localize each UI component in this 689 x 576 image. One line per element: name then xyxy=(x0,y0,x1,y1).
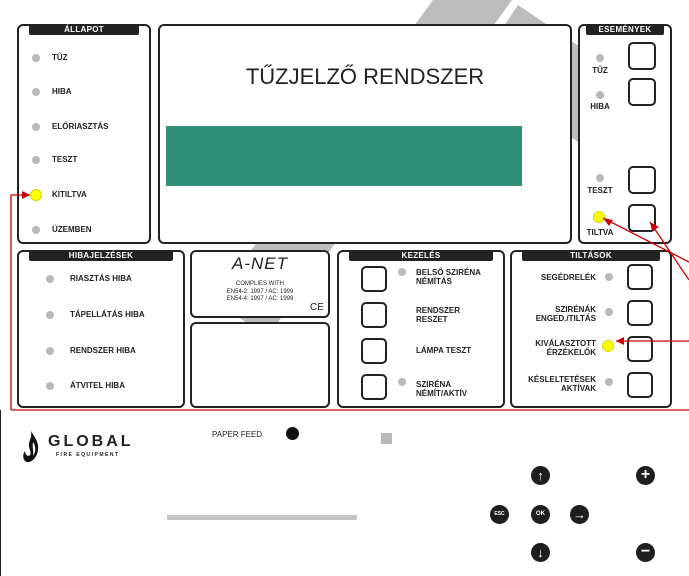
hibajelzesek-header: HIBAJELZÉSEK xyxy=(29,250,173,261)
rendszer-reszet-button[interactable] xyxy=(361,302,387,328)
allapot-header: ÁLLAPOT xyxy=(29,24,139,35)
allapot-label-teszt: TESZT xyxy=(52,155,78,164)
tiltasok-header: TILTÁSOK xyxy=(522,250,660,261)
brand-name: GLOBAL xyxy=(48,433,134,450)
tiltasok-label-3: KIVÁLASZTOTT ÉRZÉKELŐK xyxy=(535,339,596,357)
nav-up-button[interactable]: ↑ xyxy=(531,466,550,485)
paper-slot xyxy=(167,515,357,520)
brand-tagline: FIRE EQUIPMENT xyxy=(56,452,120,458)
led-event-teszt xyxy=(596,174,604,182)
led-hiba xyxy=(32,88,40,96)
led-rendszer-hiba xyxy=(46,347,54,355)
kesleltetesek-button[interactable] xyxy=(627,372,653,398)
kezeles-header: KEZELÉS xyxy=(349,250,493,261)
minus-button[interactable]: − xyxy=(636,543,655,562)
allapot-label-eloriasztas: ELŐRIASZTÁS xyxy=(52,122,109,131)
led-belso-szirena xyxy=(398,268,406,276)
display-title: TŰZJELZŐ RENDSZER xyxy=(245,64,485,89)
led-szirena xyxy=(398,378,406,386)
led-atvitel-hiba xyxy=(46,382,54,390)
esc-button[interactable]: ESC xyxy=(490,505,509,524)
lampa-teszt-button[interactable] xyxy=(361,338,387,364)
kezeles-label-2: RENDSZER RESZET xyxy=(416,306,461,324)
allapot-label-hiba: HIBA xyxy=(52,87,72,96)
led-tapellatas-hiba xyxy=(46,311,54,319)
event-teszt-button[interactable] xyxy=(628,166,656,194)
kivalasztott-erzekelok-button[interactable] xyxy=(627,336,653,362)
anet-std2: EN54-4: 1997 / AC: 1999 xyxy=(226,296,294,302)
szirenak-button[interactable] xyxy=(627,300,653,326)
led-uzemben xyxy=(32,226,40,234)
tiltasok-label-4: KÉSLELTETÉSEK AKTÍVAK xyxy=(528,375,596,393)
allapot-label-kitiltva: KITILTVA xyxy=(52,190,87,199)
allapot-label-tuz: TŰZ xyxy=(52,53,68,62)
esemenyek-label-tuz: TŰZ xyxy=(592,66,608,75)
led-tuz xyxy=(32,54,40,62)
global-flame-icon xyxy=(23,431,39,463)
led-segedrelek xyxy=(605,273,613,281)
esemenyek-label-tiltva: TILTVA xyxy=(586,228,614,237)
led-teszt xyxy=(32,156,40,164)
printer-indicator xyxy=(381,433,392,444)
hibajelzes-tapellatas: TÁPELLÁTÁS HIBA xyxy=(70,310,145,319)
led-event-hiba xyxy=(596,91,604,99)
anet-title: A-NET xyxy=(232,254,288,273)
ok-button[interactable]: OK xyxy=(531,505,550,524)
anet-std1: EN54-2: 1997 / AC: 1999 xyxy=(226,289,294,295)
led-kivalasztott-erzekelok xyxy=(603,341,613,351)
blank-panel xyxy=(190,322,330,408)
led-riasztas-hiba xyxy=(46,275,54,283)
anet-complies: COMPLIES WITH xyxy=(235,281,284,287)
led-kesleltetesek xyxy=(605,378,613,386)
led-kitiltva xyxy=(31,190,41,200)
segedrelek-button[interactable] xyxy=(627,264,653,290)
belso-szirena-nemitas-button[interactable] xyxy=(361,266,387,292)
hibajelzes-atvitel: ÁTVITEL HIBA xyxy=(70,381,125,390)
kezeles-label-4: SZIRÉNA NÉMÍT/AKTÍV xyxy=(416,380,468,398)
led-eloriasztas xyxy=(32,123,40,131)
nav-down-button[interactable]: ↓ xyxy=(531,543,550,562)
kezeles-label-1: BELSŐ SZIRÉNA NÉMÍTÁS xyxy=(416,268,481,286)
tiltasok-label-2: SZIRÉNÁK ENGED./TILTÁS xyxy=(535,305,596,323)
szirena-nemit-aktiv-button[interactable] xyxy=(361,374,387,400)
event-tuz-button[interactable] xyxy=(628,42,656,70)
kezeles-label-3: LÁMPA TESZT xyxy=(416,346,472,355)
plus-button[interactable]: + xyxy=(636,466,655,485)
led-szirenak xyxy=(605,308,613,316)
hibajelzes-rendszer: RENDSZER HIBA xyxy=(70,346,136,355)
lcd-screen xyxy=(166,126,522,186)
led-event-tuz xyxy=(596,54,604,62)
ce-mark: CE xyxy=(310,302,324,313)
paper-feed-button[interactable] xyxy=(286,427,299,440)
allapot-label-uzemben: ÜZEMBEN xyxy=(52,225,92,234)
esemenyek-header: ESEMÉNYEK xyxy=(586,24,664,35)
hibajelzes-riasztas: RIASZTÁS HIBA xyxy=(70,274,132,283)
nav-right-button[interactable]: → xyxy=(570,505,589,524)
event-tiltva-button[interactable] xyxy=(628,204,656,232)
paper-feed-label: PAPER FEED xyxy=(212,430,263,439)
led-event-tiltva xyxy=(594,212,604,222)
esemenyek-label-hiba: HIBA xyxy=(590,102,610,111)
frame-line-left xyxy=(0,410,1,576)
esemenyek-label-teszt: TESZT xyxy=(587,186,613,195)
tiltasok-label-1: SEGÉDRELÉK xyxy=(540,273,596,282)
esemenyek-panel: ESEMÉNYEK xyxy=(578,24,672,244)
event-hiba-button[interactable] xyxy=(628,78,656,106)
